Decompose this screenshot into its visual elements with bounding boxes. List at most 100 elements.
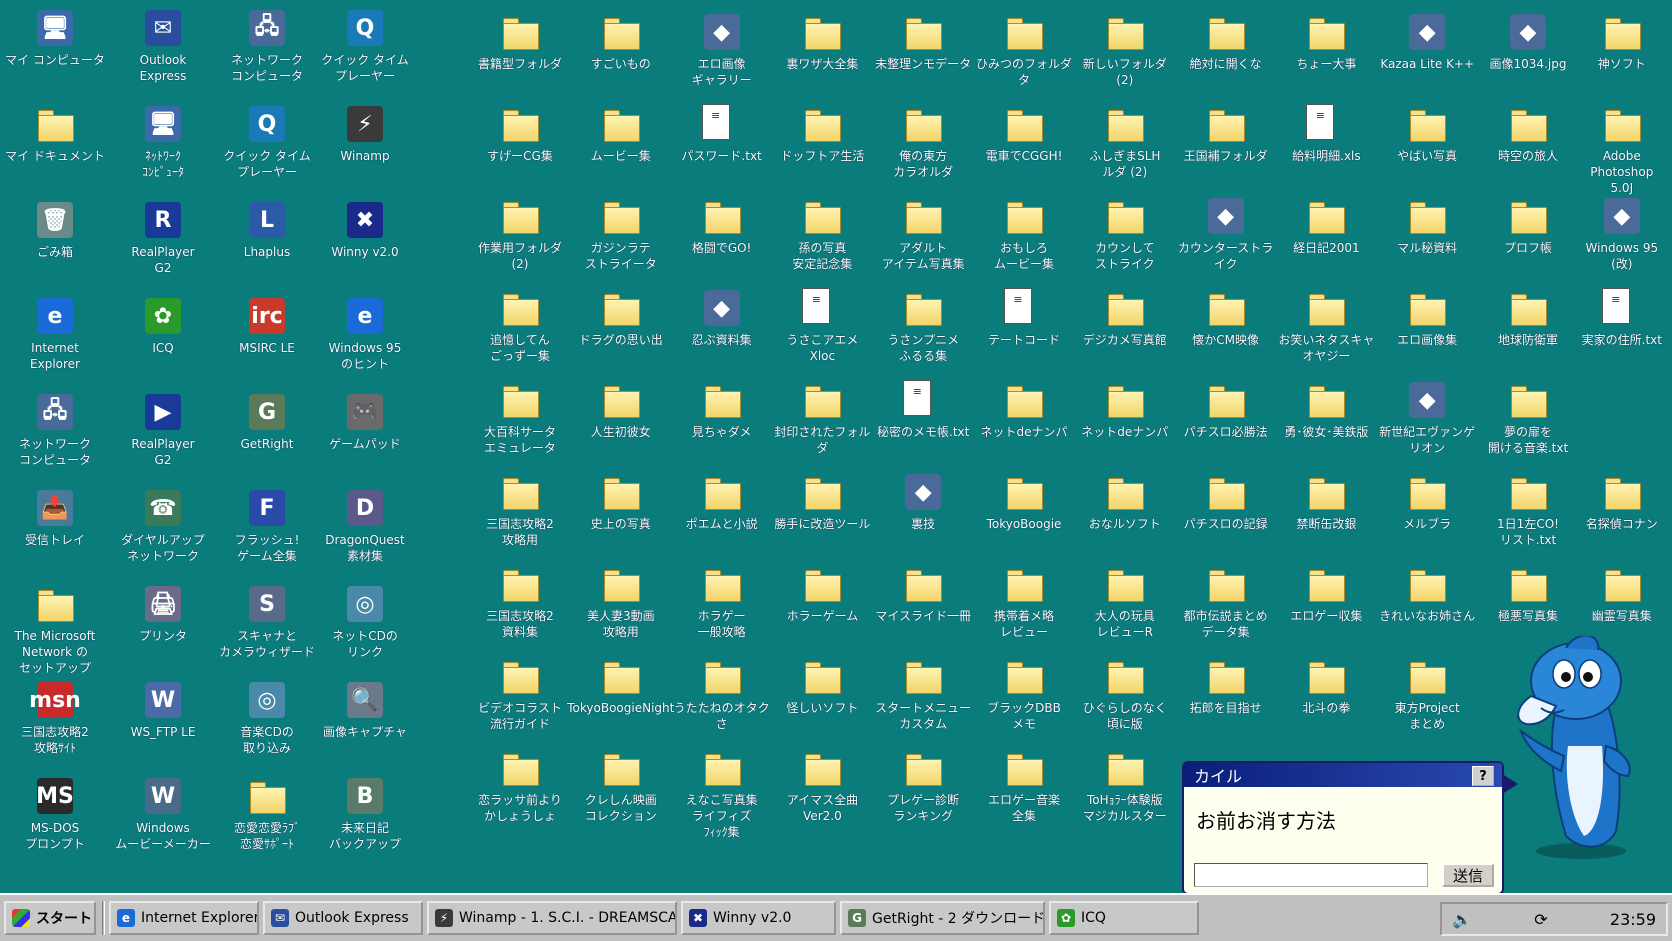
desktop-icon[interactable]: エロ画像集 [1377, 288, 1477, 348]
desktop-icon[interactable]: 孫の写真 安定記念集 [772, 196, 872, 272]
desktop-icon[interactable]: S スキャナと カメラウィザード [212, 584, 322, 660]
desktop-icon[interactable]: ガジンラテ ストライータ [571, 196, 671, 272]
desktop-icon[interactable]: D DragonQuest 素材集 [310, 488, 420, 564]
taskbar-button[interactable]: ✉ Outlook Express [263, 901, 423, 935]
desktop-icon[interactable]: メルブラ [1377, 472, 1477, 532]
desktop-icon[interactable]: 🖥 マイ コンピュータ [0, 8, 110, 68]
desktop-icon[interactable]: ムービー集 [571, 104, 671, 164]
desktop-icon[interactable]: ネットdeナンパ [974, 380, 1074, 440]
desktop-icon[interactable]: ≡ テートコード [974, 288, 1074, 348]
desktop-icon[interactable]: アダルト アイテム写真集 [873, 196, 973, 272]
desktop-icon[interactable]: 格闘でGO! [672, 196, 772, 256]
desktop-icon[interactable]: パチスロ必勝法 [1176, 380, 1276, 440]
taskbar-button[interactable]: ✿ ICQ [1049, 901, 1199, 935]
desktop-icon[interactable]: ≡ パスワード.txt [672, 104, 772, 164]
desktop-icon[interactable]: エロゲー収集 [1276, 564, 1376, 624]
desktop-icon[interactable]: TokyoBoogieNight [567, 656, 674, 716]
desktop-icon[interactable]: 電車でCGGH! [974, 104, 1074, 164]
desktop-icon[interactable]: うたたねのオタクさ [672, 656, 772, 732]
desktop-icon[interactable]: 勝手に改造ツール [772, 472, 872, 532]
desktop-icon[interactable]: G GetRight [212, 392, 322, 452]
desktop-icon[interactable]: マイ ドキュメント [0, 104, 110, 164]
taskbar-button[interactable]: G GetRight - 2 ダウンロード中 [840, 901, 1045, 935]
desktop-icon[interactable]: 🖥 ﾈｯﾄﾜｰｸ ｺﾝﾋﾟｭｰﾀ [108, 104, 218, 180]
desktop-icon[interactable]: きれいなお姉さん [1377, 564, 1477, 624]
desktop-icon[interactable]: 北斗の拳 [1276, 656, 1376, 716]
desktop-icon[interactable]: e Internet Explorer [0, 296, 110, 372]
desktop-icon[interactable]: ◆ 裏技 [873, 472, 973, 532]
desktop-icon[interactable]: 勇･彼女･美鉄版 [1276, 380, 1376, 440]
desktop-icon[interactable]: えなこ写真集 ライフィズ ﾌｨｯｸ集 [672, 748, 772, 840]
desktop-icon[interactable]: 絶対に開くな [1176, 12, 1276, 72]
help-button[interactable]: ? [1472, 766, 1494, 786]
network-icon[interactable]: ⟳ [1534, 910, 1547, 929]
desktop-icon[interactable]: ひぐらしのなく 頃に版 [1075, 656, 1175, 732]
desktop-icon[interactable]: エロゲー音楽 全集 [974, 748, 1074, 824]
desktop-icon[interactable]: ◆ 忍ぶ資料集 [672, 288, 772, 348]
desktop-icon[interactable]: 🖧 ネットワーク コンピュータ [0, 392, 110, 468]
desktop-icon[interactable]: 1日1左CO! リスト.txt [1478, 472, 1578, 548]
desktop-icon[interactable]: 都市伝説まとめ データ集 [1176, 564, 1276, 640]
desktop-icon[interactable]: ◆ Kazaa Lite K++ [1377, 12, 1477, 72]
desktop-icon[interactable]: 三国志攻略2 資料集 [470, 564, 570, 640]
desktop-icon[interactable]: ふしぎまSLH ルダ (2) [1075, 104, 1175, 180]
desktop-icon[interactable]: ≡ うさこアエメ Xloc [772, 288, 872, 364]
desktop-icon[interactable]: 🖨 プリンタ [108, 584, 218, 644]
desktop-icon[interactable]: 携帯着メ略 レビュー [974, 564, 1074, 640]
desktop-icon[interactable]: ◆ 新世紀エヴァンゲ リオン [1377, 380, 1477, 456]
desktop-icon[interactable]: 三国志攻略2 攻略用 [470, 472, 570, 548]
desktop-icon[interactable]: ⚡ Winamp [310, 104, 420, 164]
desktop-icon[interactable]: e Windows 95 のヒント [310, 296, 420, 372]
desktop-icon[interactable]: 極悪写真集 [1478, 564, 1578, 624]
desktop-icon[interactable]: お笑いネタスキャ オヤジー [1276, 288, 1376, 364]
desktop-icon[interactable]: 幽霊写真集 [1579, 564, 1665, 624]
desktop-icon[interactable]: 名探偵コナン [1579, 472, 1665, 532]
taskbar-button[interactable]: ⚡ Winamp - 1. S.C.I. - DREAMSCAPE [427, 901, 677, 935]
desktop-icon[interactable]: クレしん映画 コレクション [571, 748, 671, 824]
desktop-icon[interactable]: 俺の東方 カラオルダ [873, 104, 973, 180]
desktop-icon[interactable]: ドラグの思い出 [571, 288, 671, 348]
desktop-icon[interactable]: ネットdeナンパ [1075, 380, 1175, 440]
desktop-icon[interactable]: ポエムと小説 [672, 472, 772, 532]
assistant-input[interactable] [1194, 863, 1428, 887]
taskbar-button[interactable]: ✖ Winny v2.0 [681, 901, 836, 935]
desktop-icon[interactable]: F フラッシュ! ゲーム全集 [212, 488, 322, 564]
desktop-icon[interactable]: プレゲー診断 ランキング [873, 748, 973, 824]
desktop-icon[interactable]: 禁断缶改銀 [1276, 472, 1376, 532]
desktop-icon[interactable]: ◆ カウンターストライク [1176, 196, 1276, 272]
desktop-icon[interactable]: 🗑 ごみ箱 [0, 200, 110, 260]
desktop-icon[interactable]: ドッフトア生活 [772, 104, 872, 164]
desktop-icon[interactable]: irc MSIRC LE [212, 296, 322, 356]
desktop-icon[interactable]: やばい写真 [1377, 104, 1477, 164]
dolphin-assistant-icon[interactable] [1506, 636, 1656, 862]
desktop-icon[interactable]: スタートメニュー カスタム [873, 656, 973, 732]
desktop-icon[interactable]: 経日記2001 [1276, 196, 1376, 256]
desktop-icon[interactable]: マル秘資料 [1377, 196, 1477, 256]
desktop-icon[interactable]: Adobe Photoshop 5.0J [1579, 104, 1665, 196]
desktop-icon[interactable]: ≡ 給料明細.xls [1276, 104, 1376, 164]
desktop-icon[interactable]: ビデオコラスト 流行ガイド [470, 656, 570, 732]
desktop-icon[interactable]: 🖧 ネットワーク コンピュータ [212, 8, 322, 84]
desktop-icon[interactable]: ▶ RealPlayer G2 [108, 392, 218, 468]
desktop-icon[interactable]: 🎮 ゲームパッド [310, 392, 420, 452]
send-button[interactable]: 送信 [1442, 863, 1494, 887]
desktop-icon[interactable]: デジカメ写真館 [1075, 288, 1175, 348]
desktop-icon[interactable]: R RealPlayer G2 [108, 200, 218, 276]
desktop-icon[interactable]: うさンプニメ ふるる集 [873, 288, 973, 364]
desktop-icon[interactable]: アイマス全曲 Ver2.0 [772, 748, 872, 824]
desktop-icon[interactable]: すげーCG集 [470, 104, 570, 164]
desktop-icon[interactable]: msn 三国志攻略2 攻略ｻｲﾄ [0, 680, 110, 756]
desktop-icon[interactable]: 恋ラッサ前より かしょうしょ [470, 748, 570, 824]
desktop-icon[interactable]: ≡ 実家の住所.txt [1579, 288, 1665, 348]
desktop-icon[interactable]: B 未来日記 バックアップ [310, 776, 420, 852]
desktop-icon[interactable]: ブラックDBB メモ [974, 656, 1074, 732]
desktop-icon[interactable]: 大人の玩具 レビューR [1075, 564, 1175, 640]
desktop-icon[interactable]: The Microsoft Network の セットアップ [0, 584, 110, 676]
desktop-icon[interactable]: 地球防衛軍 [1478, 288, 1578, 348]
desktop-icon[interactable]: 拓郎を目指せ [1176, 656, 1276, 716]
desktop-icon[interactable]: ≡ 秘密のメモ帳.txt [873, 380, 973, 440]
desktop-icon[interactable]: ToHｮﾗｰ体験版 マジカルスター [1075, 748, 1175, 824]
desktop-icon[interactable]: パチスロの記録 [1176, 472, 1276, 532]
desktop-icon[interactable]: W WS_FTP LE [108, 680, 218, 740]
desktop-icon[interactable]: 時空の旅人 [1478, 104, 1578, 164]
